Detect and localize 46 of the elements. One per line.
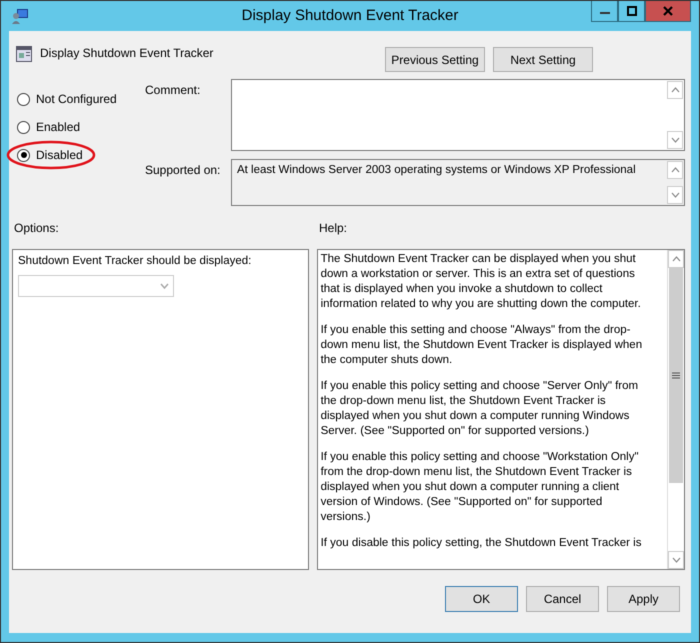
scroll-up-button[interactable] [668, 250, 684, 268]
help-paragraph: The Shutdown Event Tracker can be displayed when you shut down a workstation or server. This is an extra set of questions that is displayed when you invoke a shutdown to collect information related to why you are shutting down the computer. [320, 252, 642, 312]
options-label: Options: [14, 221, 60, 237]
dialog-button[interactable]: Apply [607, 586, 680, 612]
radio-label[interactable]: Enabled [36, 120, 80, 134]
chevron-up-icon [670, 167, 680, 173]
help-paragraph: If you disable this policy setting, the Shutdown Event Tracker is [320, 536, 642, 551]
chevron-down-icon [160, 283, 169, 289]
scroll-down-button[interactable] [667, 186, 683, 204]
nav-button[interactable]: Previous Setting [385, 47, 485, 72]
minimize-button[interactable] [591, 1, 618, 22]
chevron-up-icon [672, 256, 680, 262]
computer-user-icon [11, 7, 29, 25]
chevron-down-icon [670, 137, 680, 143]
maximize-icon [626, 6, 636, 16]
setting-title: Display Shutdown Event Tracker [40, 46, 214, 60]
close-button[interactable] [645, 1, 691, 22]
radio-button[interactable] [17, 120, 30, 134]
help-paragraph: If you enable this policy setting and choose "Server Only" from the drop-down menu list, the Shutdown Event Tracker is displayed when you shut down a computer running Windows Server. (See "Supported on" for supported versions.) [320, 379, 640, 439]
radio-button[interactable] [17, 148, 30, 162]
policy-icon [16, 46, 32, 62]
chevron-up-icon [670, 87, 680, 93]
comment-label: Comment: [145, 82, 202, 99]
radio-label[interactable]: Not Configured [36, 92, 117, 106]
dialog-button[interactable]: OK [445, 586, 518, 612]
radio-button[interactable] [17, 92, 30, 106]
help-paragraph: If you enable this setting and choose "Always" from the drop- down menu list, the Shutdown Event Tracker is displayed when the computer shuts down. [320, 323, 644, 368]
maximize-button[interactable] [618, 1, 645, 22]
close-icon [663, 6, 673, 16]
scroll-down-button[interactable] [668, 551, 684, 569]
window-title: Display Shutdown Event Tracker [242, 7, 458, 24]
scroll-up-button[interactable] [667, 81, 683, 99]
comment-field[interactable] [231, 79, 685, 151]
scrollbar-thumb[interactable] [669, 268, 683, 483]
nav-button[interactable]: Next Setting [493, 47, 593, 72]
dialog-button[interactable]: Cancel [526, 586, 599, 612]
dropdown-label: Shutdown Event Tracker should be displayed: [18, 255, 252, 267]
scroll-down-button[interactable] [667, 131, 683, 149]
grip-icon [672, 372, 680, 379]
help-label: Help: [319, 221, 348, 237]
supported-on-box: At least Windows Server 2003 operating systems or Windows XP Professional [231, 159, 685, 206]
chevron-down-icon [670, 192, 680, 198]
supported-on-label: Supported on: [145, 162, 222, 179]
scroll-up-button[interactable] [667, 161, 683, 179]
help-paragraph: If you enable this policy setting and choose "Workstation Only" from the drop-down menu list, the Shutdown Event Tracker is displayed when you shut down a computer running a client version of Windows. (See "Supported on" for supported versions.) [320, 450, 640, 525]
chevron-down-icon [672, 557, 680, 563]
